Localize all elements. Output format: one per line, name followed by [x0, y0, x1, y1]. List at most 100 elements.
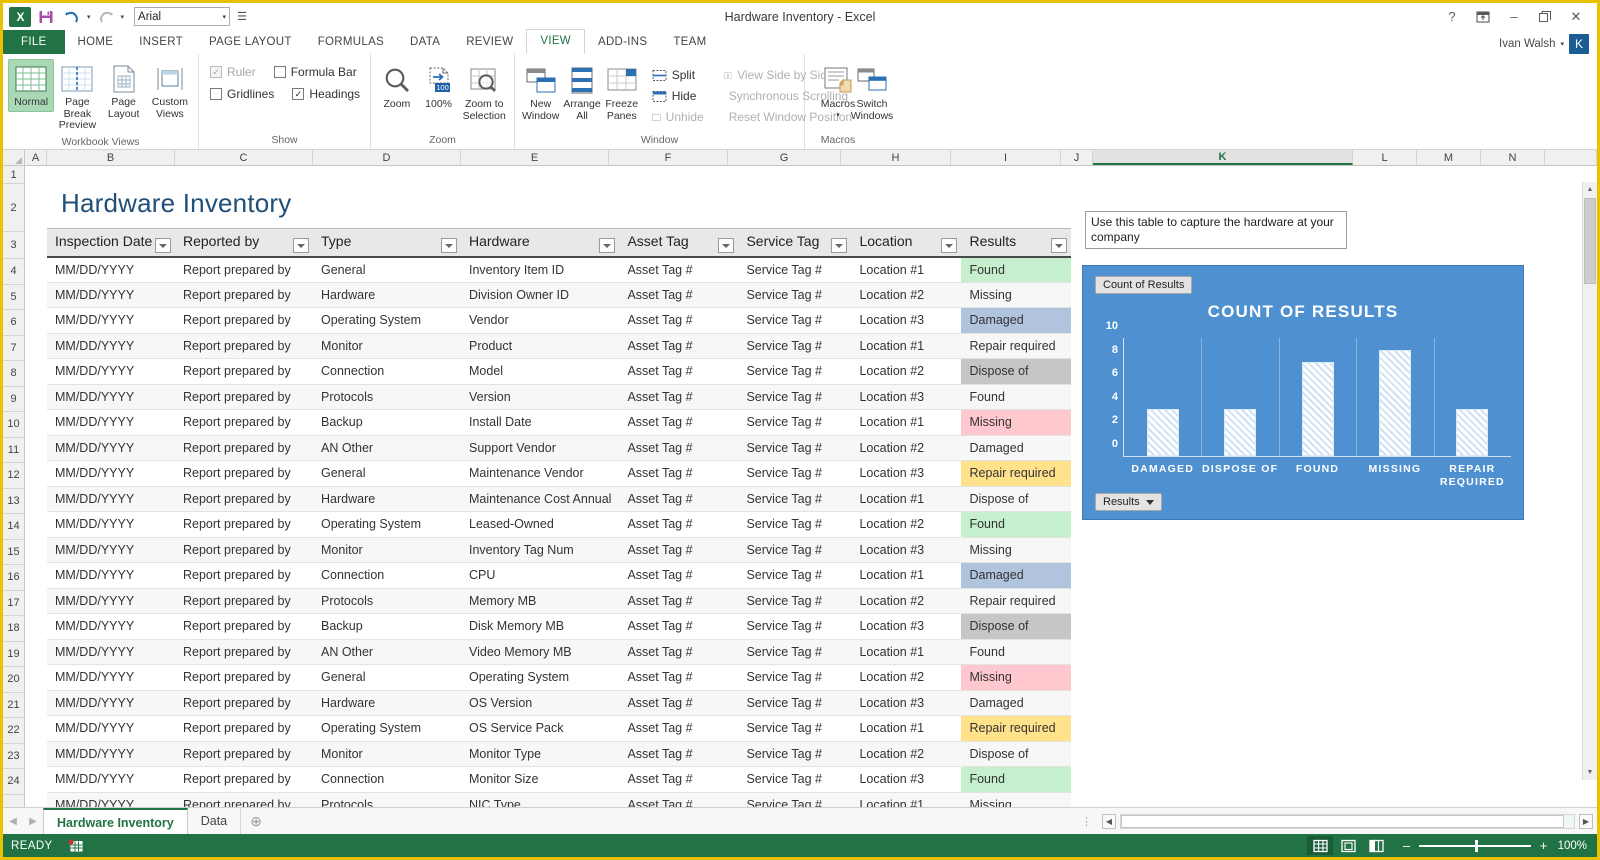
help-icon[interactable]: ? [1437, 6, 1467, 28]
cell-hardware[interactable]: Support Vendor [461, 435, 619, 461]
row-header-11[interactable]: 11 [3, 438, 24, 464]
column-header-O[interactable] [1545, 150, 1597, 165]
table-column-header-asset-tag[interactable]: Asset Tag [619, 229, 738, 257]
cell-type[interactable]: Protocols [313, 792, 461, 807]
cell-service[interactable]: Service Tag # [738, 639, 851, 665]
cell-asset[interactable]: Asset Tag # [619, 512, 738, 538]
table-row[interactable]: MM/DD/YYYYReport prepared byConnectionMo… [47, 359, 1071, 385]
row-header-1[interactable]: 1 [3, 166, 24, 184]
cell-location[interactable]: Location #2 [851, 359, 961, 385]
record-macro-icon[interactable] [67, 839, 85, 853]
cell-date[interactable]: MM/DD/YYYY [47, 614, 175, 640]
minimize-button[interactable]: – [1499, 6, 1529, 28]
cell-hardware[interactable]: Maintenance Vendor [461, 461, 619, 487]
cell-result[interactable]: Damaged [961, 308, 1071, 334]
normal-view-status-button[interactable] [1307, 836, 1333, 855]
cell-result[interactable]: Found [961, 257, 1071, 283]
cell-reported[interactable]: Report prepared by [175, 563, 313, 589]
cell-hardware[interactable]: Monitor Type [461, 741, 619, 767]
cell-reported[interactable]: Report prepared by [175, 690, 313, 716]
cell-type[interactable]: Hardware [313, 486, 461, 512]
filter-dropdown-icon[interactable] [941, 238, 957, 253]
cell-date[interactable]: MM/DD/YYYY [47, 767, 175, 793]
cell-result[interactable]: Dispose of [961, 486, 1071, 512]
cell-service[interactable]: Service Tag # [738, 792, 851, 807]
filter-dropdown-icon[interactable] [718, 238, 734, 253]
add-sheet-button[interactable]: ⊕ [241, 813, 271, 830]
cell-result[interactable]: Damaged [961, 690, 1071, 716]
table-column-header-hardware[interactable]: Hardware [461, 229, 619, 257]
column-header-C[interactable]: C [175, 150, 313, 165]
cell-result[interactable]: Damaged [961, 563, 1071, 589]
cell-hardware[interactable]: Vendor [461, 308, 619, 334]
table-row[interactable]: MM/DD/YYYYReport prepared byHardwareMain… [47, 486, 1071, 512]
row-header-3[interactable]: 3 [3, 232, 24, 259]
page-layout-view-status-button[interactable] [1335, 836, 1361, 855]
cell-date[interactable]: MM/DD/YYYY [47, 588, 175, 614]
cell-result[interactable]: Found [961, 767, 1071, 793]
cell-hardware[interactable]: Monitor Size [461, 767, 619, 793]
table-column-header-results[interactable]: Results [961, 229, 1071, 257]
cell-hardware[interactable]: Product [461, 333, 619, 359]
cell-type[interactable]: General [313, 461, 461, 487]
table-row[interactable]: MM/DD/YYYYReport prepared byMonitorMonit… [47, 741, 1071, 767]
tab-view[interactable]: VIEW [526, 29, 585, 54]
row-header-16[interactable]: 16 [3, 565, 24, 591]
cell-service[interactable]: Service Tag # [738, 384, 851, 410]
column-header-E[interactable]: E [461, 150, 609, 165]
row-header-4[interactable]: 4 [3, 259, 24, 285]
table-row[interactable]: MM/DD/YYYYReport prepared byMonitorProdu… [47, 333, 1071, 359]
cell-result[interactable]: Missing [961, 792, 1071, 807]
row-header-19[interactable]: 19 [3, 642, 24, 668]
cell-type[interactable]: Hardware [313, 282, 461, 308]
tab-home[interactable]: HOME [65, 30, 127, 54]
table-row[interactable]: MM/DD/YYYYReport prepared byProtocolsMem… [47, 588, 1071, 614]
cell-result[interactable]: Repair required [961, 333, 1071, 359]
column-header-M[interactable]: M [1417, 150, 1481, 165]
cell-location[interactable]: Location #3 [851, 461, 961, 487]
column-header-F[interactable]: F [609, 150, 728, 165]
row-header-8[interactable]: 8 [3, 361, 24, 387]
cell-result[interactable]: Repair required [961, 588, 1071, 614]
cell-date[interactable]: MM/DD/YYYY [47, 410, 175, 436]
cell-result[interactable]: Missing [961, 282, 1071, 308]
row-header-12[interactable]: 12 [3, 463, 24, 489]
cell-type[interactable]: Protocols [313, 384, 461, 410]
zoom-slider-thumb[interactable] [1475, 840, 1478, 852]
scroll-down-icon[interactable]: ▼ [1583, 765, 1597, 780]
filter-dropdown-icon[interactable] [441, 238, 457, 253]
table-row[interactable]: MM/DD/YYYYReport prepared byBackupDisk M… [47, 614, 1071, 640]
cell-type[interactable]: Connection [313, 767, 461, 793]
row-header-5[interactable]: 5 [3, 285, 24, 311]
redo-icon[interactable] [95, 7, 117, 27]
cell-type[interactable]: Monitor [313, 741, 461, 767]
column-header-J[interactable]: J [1061, 150, 1093, 165]
scroll-up-icon[interactable]: ▲ [1583, 182, 1597, 197]
page-break-view-status-button[interactable] [1363, 836, 1389, 855]
cell-type[interactable]: Connection [313, 359, 461, 385]
column-header-H[interactable]: H [841, 150, 951, 165]
cell-reported[interactable]: Report prepared by [175, 716, 313, 742]
cell-type[interactable]: AN Other [313, 435, 461, 461]
cell-service[interactable]: Service Tag # [738, 690, 851, 716]
table-row[interactable]: MM/DD/YYYYReport prepared byMonitorInven… [47, 537, 1071, 563]
cell-result[interactable]: Found [961, 639, 1071, 665]
cell-asset[interactable]: Asset Tag # [619, 741, 738, 767]
hscroll-left-button[interactable]: ◀ [1102, 814, 1116, 829]
cell-service[interactable]: Service Tag # [738, 308, 851, 334]
page-break-preview-button[interactable]: Page Break Preview [54, 59, 100, 135]
cell-result[interactable]: Dispose of [961, 741, 1071, 767]
chevron-down-icon[interactable] [1146, 500, 1154, 505]
split-button[interactable]: Split [647, 66, 709, 84]
new-window-button[interactable]: New Window [520, 61, 561, 125]
cell-location[interactable]: Location #2 [851, 588, 961, 614]
custom-views-button[interactable]: Custom Views [147, 59, 193, 123]
cell-location[interactable]: Location #3 [851, 614, 961, 640]
cell-reported[interactable]: Report prepared by [175, 257, 313, 283]
cell-date[interactable]: MM/DD/YYYY [47, 537, 175, 563]
cell-type[interactable]: Monitor [313, 537, 461, 563]
row-header-6[interactable]: 6 [3, 310, 24, 336]
table-column-header-service-tag[interactable]: Service Tag [738, 229, 851, 257]
cell-type[interactable]: Operating System [313, 512, 461, 538]
column-header-D[interactable]: D [313, 150, 461, 165]
